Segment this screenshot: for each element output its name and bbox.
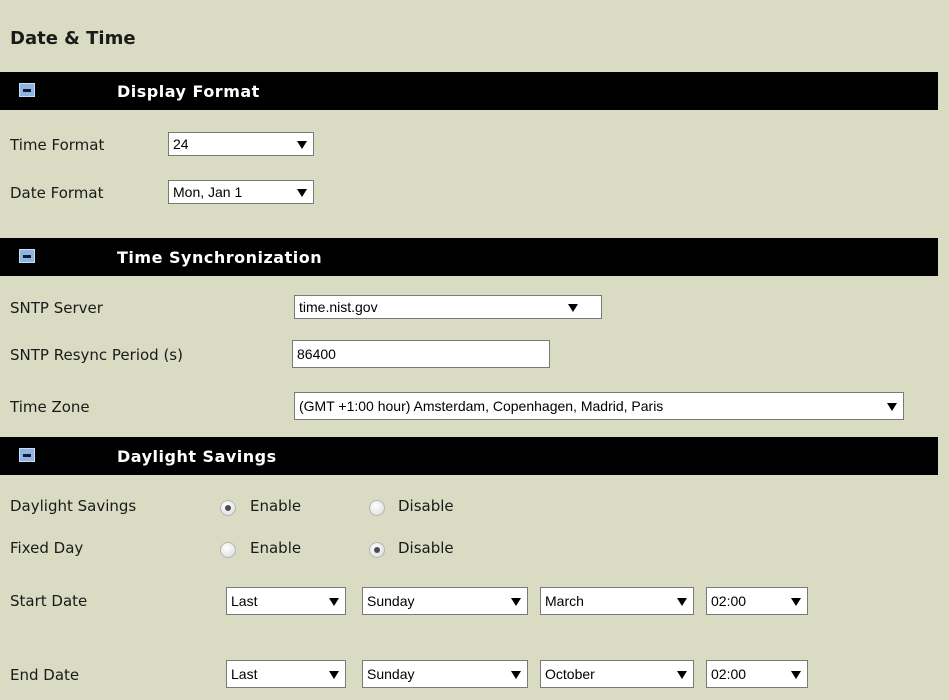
- section-title: Time Synchronization: [117, 248, 323, 267]
- end-day-select[interactable]: Sunday: [362, 660, 528, 688]
- section-time-sync[interactable]: Time Synchronization: [0, 238, 938, 276]
- end-month-select[interactable]: October: [540, 660, 694, 688]
- fixed-day-disable-radio[interactable]: [369, 542, 385, 558]
- time-format-select[interactable]: 24: [168, 132, 314, 156]
- dropdown-arrow-icon: [791, 671, 801, 679]
- dropdown-arrow-icon: [568, 304, 578, 312]
- dropdown-arrow-icon: [511, 598, 521, 606]
- fixed-day-enable-radio[interactable]: [220, 542, 236, 558]
- fixed-day-disable-label[interactable]: Disable: [398, 539, 454, 557]
- dropdown-arrow-icon: [677, 598, 687, 606]
- collapse-icon[interactable]: [19, 249, 35, 263]
- dropdown-arrow-icon: [677, 671, 687, 679]
- resync-period-input[interactable]: 86400: [292, 340, 550, 368]
- time-format-label: Time Format: [10, 136, 105, 154]
- start-time-select[interactable]: 02:00: [706, 587, 808, 615]
- date-format-select[interactable]: Mon, Jan 1: [168, 180, 314, 204]
- fixed-day-label: Fixed Day: [10, 539, 84, 557]
- section-display-format[interactable]: Display Format: [0, 72, 938, 110]
- sntp-server-select[interactable]: time.nist.gov: [294, 295, 602, 319]
- start-month-select[interactable]: March: [540, 587, 694, 615]
- end-time-select[interactable]: 02:00: [706, 660, 808, 688]
- collapse-icon[interactable]: [19, 83, 35, 97]
- start-date-label: Start Date: [10, 592, 88, 610]
- dropdown-arrow-icon: [511, 671, 521, 679]
- dropdown-arrow-icon: [791, 598, 801, 606]
- end-week-select[interactable]: Last: [226, 660, 346, 688]
- dropdown-arrow-icon: [329, 671, 339, 679]
- time-zone-label: Time Zone: [10, 398, 90, 416]
- dropdown-arrow-icon: [297, 189, 307, 197]
- daylight-savings-disable-radio[interactable]: [369, 500, 385, 516]
- date-format-label: Date Format: [10, 184, 104, 202]
- end-date-label: End Date: [10, 666, 80, 684]
- section-title: Daylight Savings: [117, 447, 277, 466]
- resync-period-label: SNTP Resync Period (s): [10, 346, 183, 364]
- sntp-server-label: SNTP Server: [10, 299, 103, 317]
- section-title: Display Format: [117, 82, 260, 101]
- start-week-select[interactable]: Last: [226, 587, 346, 615]
- daylight-savings-enable-label[interactable]: Enable: [250, 497, 301, 515]
- start-day-select[interactable]: Sunday: [362, 587, 528, 615]
- section-daylight-savings[interactable]: Daylight Savings: [0, 437, 938, 475]
- daylight-savings-disable-label[interactable]: Disable: [398, 497, 454, 515]
- daylight-savings-enable-radio[interactable]: [220, 500, 236, 516]
- collapse-icon[interactable]: [19, 448, 35, 462]
- page-title: Date & Time: [10, 28, 136, 49]
- dropdown-arrow-icon: [329, 598, 339, 606]
- dropdown-arrow-icon: [887, 403, 897, 411]
- time-zone-select[interactable]: (GMT +1:00 hour) Amsterdam, Copenhagen, …: [294, 392, 904, 420]
- fixed-day-enable-label[interactable]: Enable: [250, 539, 301, 557]
- daylight-savings-label: Daylight Savings: [10, 497, 137, 515]
- dropdown-arrow-icon: [297, 141, 307, 149]
